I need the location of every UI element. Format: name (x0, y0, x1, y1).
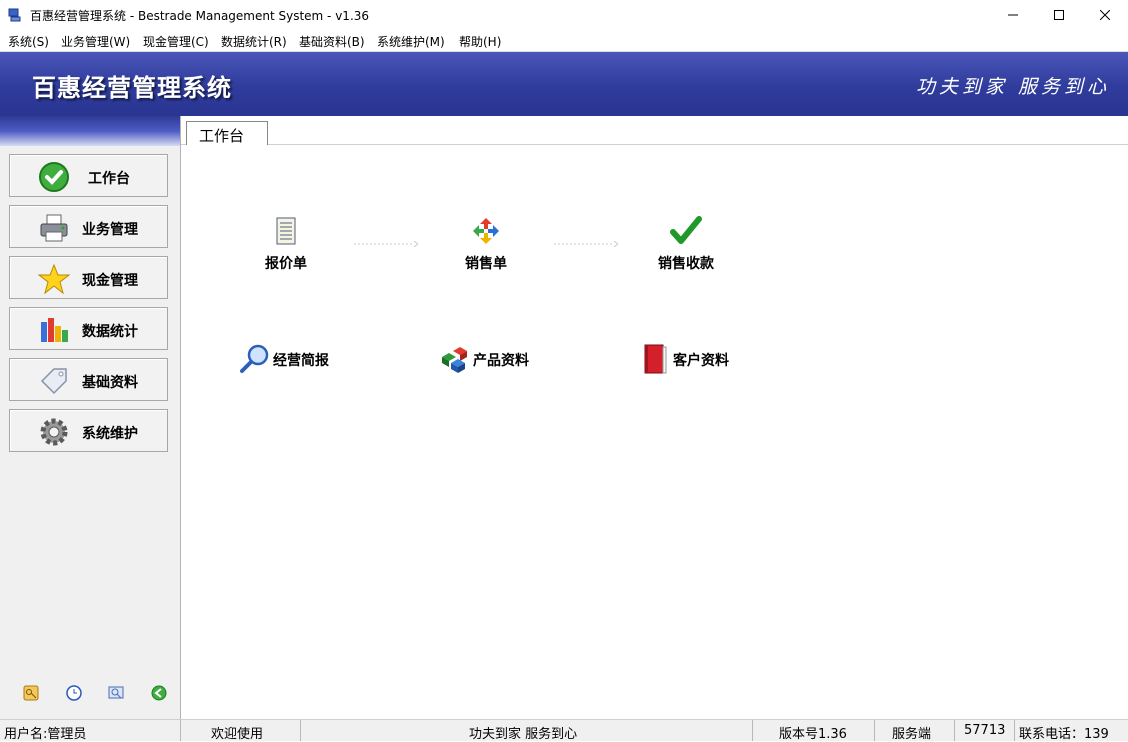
sidebar-item-label: 基础资料 (82, 375, 138, 391)
red-book-icon (644, 344, 667, 374)
status-bar: 用户名:管理员 欢迎使用 功夫到家 服务到心 版本号1.36 服务端 57713… (0, 719, 1128, 742)
star-icon (38, 263, 70, 295)
sidebar-item-label: 系统维护 (82, 426, 138, 442)
menu-cash[interactable]: 现金管理(C) (143, 33, 209, 50)
tab-workbench[interactable]: 工作台 (186, 121, 268, 145)
maximize-button[interactable] (1036, 0, 1082, 30)
close-button[interactable] (1082, 0, 1128, 30)
quotation-button[interactable]: 报价单 (226, 215, 346, 285)
flow-arrow (554, 241, 618, 247)
app-icon (8, 8, 21, 22)
menu-help[interactable]: 帮助(H) (459, 33, 501, 50)
back-icon[interactable] (151, 685, 167, 701)
magnifier-icon (240, 344, 269, 373)
window-title: 百惠经营管理系统 - Bestrade Management System - … (30, 9, 370, 23)
tag-icon (40, 368, 67, 395)
menu-business[interactable]: 业务管理(W) (61, 33, 130, 50)
tab-label: 工作台 (199, 127, 245, 145)
sidebar-item-label: 数据统计 (82, 324, 138, 340)
cubes-icon (442, 347, 467, 373)
banner-slogan: 功夫到家 服务到心 (915, 76, 1110, 98)
sidebar-header (0, 116, 180, 146)
banner-title: 百惠经营管理系统 (32, 74, 232, 102)
sidebar-item-label: 业务管理 (82, 222, 138, 238)
status-phone: 联系电话：139 (1019, 727, 1109, 741)
clock-icon[interactable] (66, 685, 82, 701)
minimize-icon (1008, 14, 1018, 16)
sales-order-label: 销售单 (465, 256, 507, 272)
header-banner: 百惠经营管理系统 功夫到家 服务到心 (0, 52, 1128, 116)
gear-icon (40, 418, 68, 446)
menu-basic-data[interactable]: 基础资料(B) (299, 33, 365, 50)
close-icon (1100, 10, 1110, 20)
sales-order-button[interactable]: 销售单 (426, 215, 546, 285)
status-slogan: 功夫到家 服务到心 (469, 727, 578, 742)
business-report-label: 经营简报 (273, 353, 329, 369)
menu-statistics[interactable]: 数据统计(R) (221, 33, 287, 50)
check-icon (39, 162, 69, 192)
recycle-arrows-icon (473, 218, 499, 244)
printer-icon (40, 214, 68, 242)
sidebar-item-statistics[interactable]: 数据统计 (9, 307, 168, 350)
sidebar-item-basic-data[interactable]: 基础资料 (9, 358, 168, 401)
customer-data-label: 客户资料 (673, 353, 729, 369)
status-user: 用户名:管理员 (4, 727, 87, 742)
sales-receipt-label: 销售收款 (658, 256, 714, 272)
product-data-label: 产品资料 (473, 353, 529, 369)
minimize-button[interactable] (990, 0, 1036, 30)
sidebar-item-maintenance[interactable]: 系统维护 (9, 409, 168, 452)
sidebar-item-label: 现金管理 (82, 273, 138, 289)
magnifier-window-icon[interactable] (108, 685, 124, 701)
sidebar: 工作台 业务管理 现金管理 数据统计 基础资料 系统维护 (0, 116, 181, 719)
menu-maintenance[interactable]: 系统维护(M) (377, 33, 445, 50)
menu-bar: 系统(S) 业务管理(W) 现金管理(C) 数据统计(R) 基础资料(B) 系统… (0, 30, 1128, 52)
menu-system[interactable]: 系统(S) (8, 33, 49, 50)
flow-arrow (354, 241, 418, 247)
sales-receipt-button[interactable]: 销售收款 (626, 215, 746, 285)
bar-chart-icon (41, 318, 68, 342)
tab-divider (181, 144, 1128, 145)
sidebar-item-workbench[interactable]: 工作台 (9, 154, 168, 197)
document-icon (276, 217, 296, 245)
status-port: 57713 (964, 723, 1006, 738)
quotation-label: 报价单 (265, 256, 307, 272)
sidebar-item-business[interactable]: 业务管理 (9, 205, 168, 248)
main-panel: 工作台 报价单 销售单 销售收款 经营简报 产品资料 客户资料 (181, 116, 1128, 719)
checkmark-icon (670, 216, 702, 244)
key-icon[interactable] (23, 685, 39, 701)
status-server: 服务端 (892, 727, 932, 742)
status-version: 版本号1.36 (779, 727, 847, 742)
status-welcome: 欢迎使用 (211, 727, 264, 742)
sidebar-item-label: 工作台 (88, 171, 130, 187)
title-bar: 百惠经营管理系统 - Bestrade Management System - … (0, 0, 1128, 31)
sidebar-item-cash[interactable]: 现金管理 (9, 256, 168, 299)
maximize-icon (1054, 10, 1064, 20)
